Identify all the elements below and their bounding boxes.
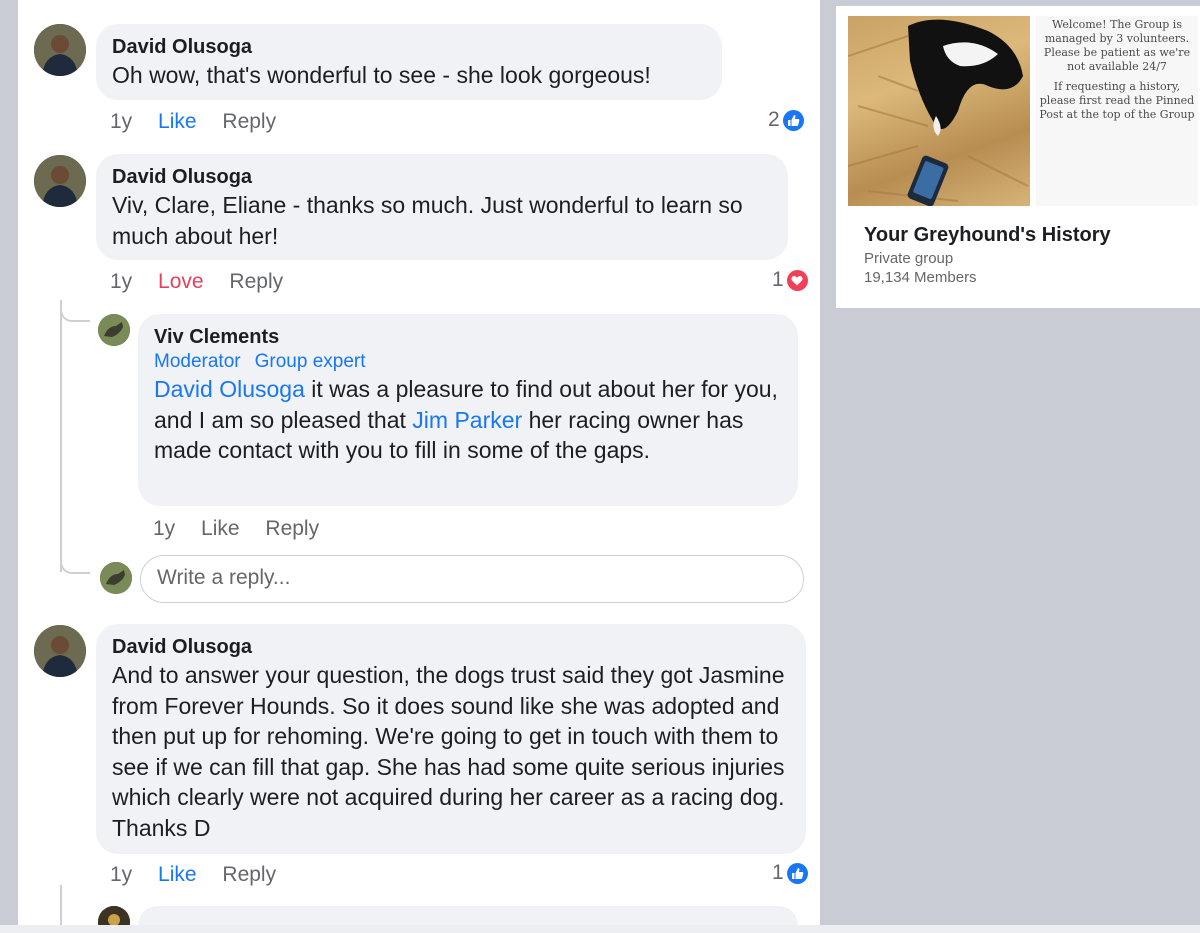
reply-button[interactable]: Reply xyxy=(222,110,276,133)
avatar[interactable] xyxy=(34,155,86,207)
comment-time[interactable]: 1y xyxy=(110,110,132,133)
thumbs-up-icon xyxy=(786,862,808,884)
reply-input-placeholder: Write a reply... xyxy=(157,566,291,589)
thread-branch xyxy=(60,300,90,322)
dog-avatar-icon xyxy=(98,314,130,346)
comment-bubble xyxy=(138,906,798,925)
reply-button[interactable]: Reply xyxy=(265,517,319,540)
avatar xyxy=(100,562,132,594)
comment-time[interactable]: 1y xyxy=(110,863,132,886)
reply-button[interactable]: Reply xyxy=(222,863,276,886)
avatar[interactable] xyxy=(34,24,86,76)
mention-link[interactable]: Jim Parker xyxy=(412,407,522,433)
reply-bubble: Viv Clements Moderator Group expert David… xyxy=(138,314,798,506)
comment-bubble: David Olusoga Oh wow, that's wonderful t… xyxy=(96,24,722,100)
member-badges: Moderator Group expert xyxy=(154,350,782,374)
comment-time[interactable]: 1y xyxy=(110,270,132,293)
reply-button[interactable]: Reply xyxy=(229,270,283,293)
group-member-count: 19,134 Members xyxy=(864,269,977,286)
comment-actions: 1y Like Reply xyxy=(110,110,296,134)
person-avatar-icon xyxy=(98,906,130,925)
thread-line xyxy=(60,885,62,925)
reaction-count-value: 2 xyxy=(768,108,780,131)
reaction-count-value: 1 xyxy=(772,268,784,291)
group-card[interactable]: Welcome! The Group is managed by 3 volun… xyxy=(836,6,1200,308)
comment-text: And to answer your question, the dogs tr… xyxy=(112,662,785,841)
comment-author[interactable]: David Olusoga xyxy=(112,164,772,190)
reply-actions: 1y Like Reply xyxy=(153,517,339,541)
comments-feed: David Olusoga Oh wow, that's wonderful t… xyxy=(18,0,820,925)
comment-author[interactable]: David Olusoga xyxy=(112,34,706,60)
group-privacy: Private group xyxy=(864,250,954,267)
notice-welcome: Welcome! The Group is managed by 3 volun… xyxy=(1043,18,1191,73)
comment-author[interactable]: David Olusoga xyxy=(112,634,790,660)
avatar[interactable] xyxy=(98,314,130,346)
group-expert-badge[interactable]: Group expert xyxy=(255,351,366,372)
heart-icon xyxy=(786,269,808,291)
thread-line xyxy=(60,300,62,572)
group-name-link[interactable]: Your Greyhound's History xyxy=(864,224,1111,247)
reaction-count[interactable]: 1 xyxy=(772,861,808,885)
like-button[interactable]: Like xyxy=(158,863,197,886)
comment-bubble: David Olusoga And to answer your questio… xyxy=(96,624,806,854)
reply-author[interactable]: Viv Clements xyxy=(154,324,782,350)
group-welcome-notice: Welcome! The Group is managed by 3 volun… xyxy=(1036,16,1198,206)
reply-time[interactable]: 1y xyxy=(153,517,175,540)
love-button[interactable]: Love xyxy=(158,270,204,293)
dog-avatar-icon xyxy=(100,562,132,594)
reaction-count[interactable]: 2 xyxy=(768,108,804,132)
avatar[interactable] xyxy=(98,906,130,925)
avatar[interactable] xyxy=(34,625,86,677)
group-cover-image[interactable] xyxy=(848,16,1030,206)
comment-text: Viv, Clare, Eliane - thanks so much. Jus… xyxy=(112,192,743,249)
thumbs-up-icon xyxy=(782,109,804,131)
person-avatar-icon xyxy=(34,625,86,677)
reply-input[interactable]: Write a reply... xyxy=(140,555,804,603)
comment-actions: 1y Like Reply xyxy=(110,863,296,887)
notice-history: If requesting a history, please first re… xyxy=(1039,80,1195,121)
screen-bottom-edge xyxy=(0,925,1200,933)
reaction-count[interactable]: 1 xyxy=(772,268,808,292)
reaction-count-value: 1 xyxy=(772,861,784,884)
reply-text: David Olusoga it was a pleasure to find … xyxy=(154,376,778,463)
comment-text: Oh wow, that's wonderful to see - she lo… xyxy=(112,62,651,88)
greyhound-photo-icon xyxy=(848,19,1029,206)
thread-branch xyxy=(60,550,90,574)
like-button[interactable]: Like xyxy=(201,517,240,540)
comment-bubble: David Olusoga Viv, Clare, Eliane - thank… xyxy=(96,154,788,260)
mention-link[interactable]: David Olusoga xyxy=(154,376,305,402)
comment-actions: 1y Love Reply xyxy=(110,270,303,294)
like-button[interactable]: Like xyxy=(158,110,197,133)
moderator-badge[interactable]: Moderator xyxy=(154,351,241,372)
person-avatar-icon xyxy=(34,155,86,207)
person-avatar-icon xyxy=(34,24,86,76)
